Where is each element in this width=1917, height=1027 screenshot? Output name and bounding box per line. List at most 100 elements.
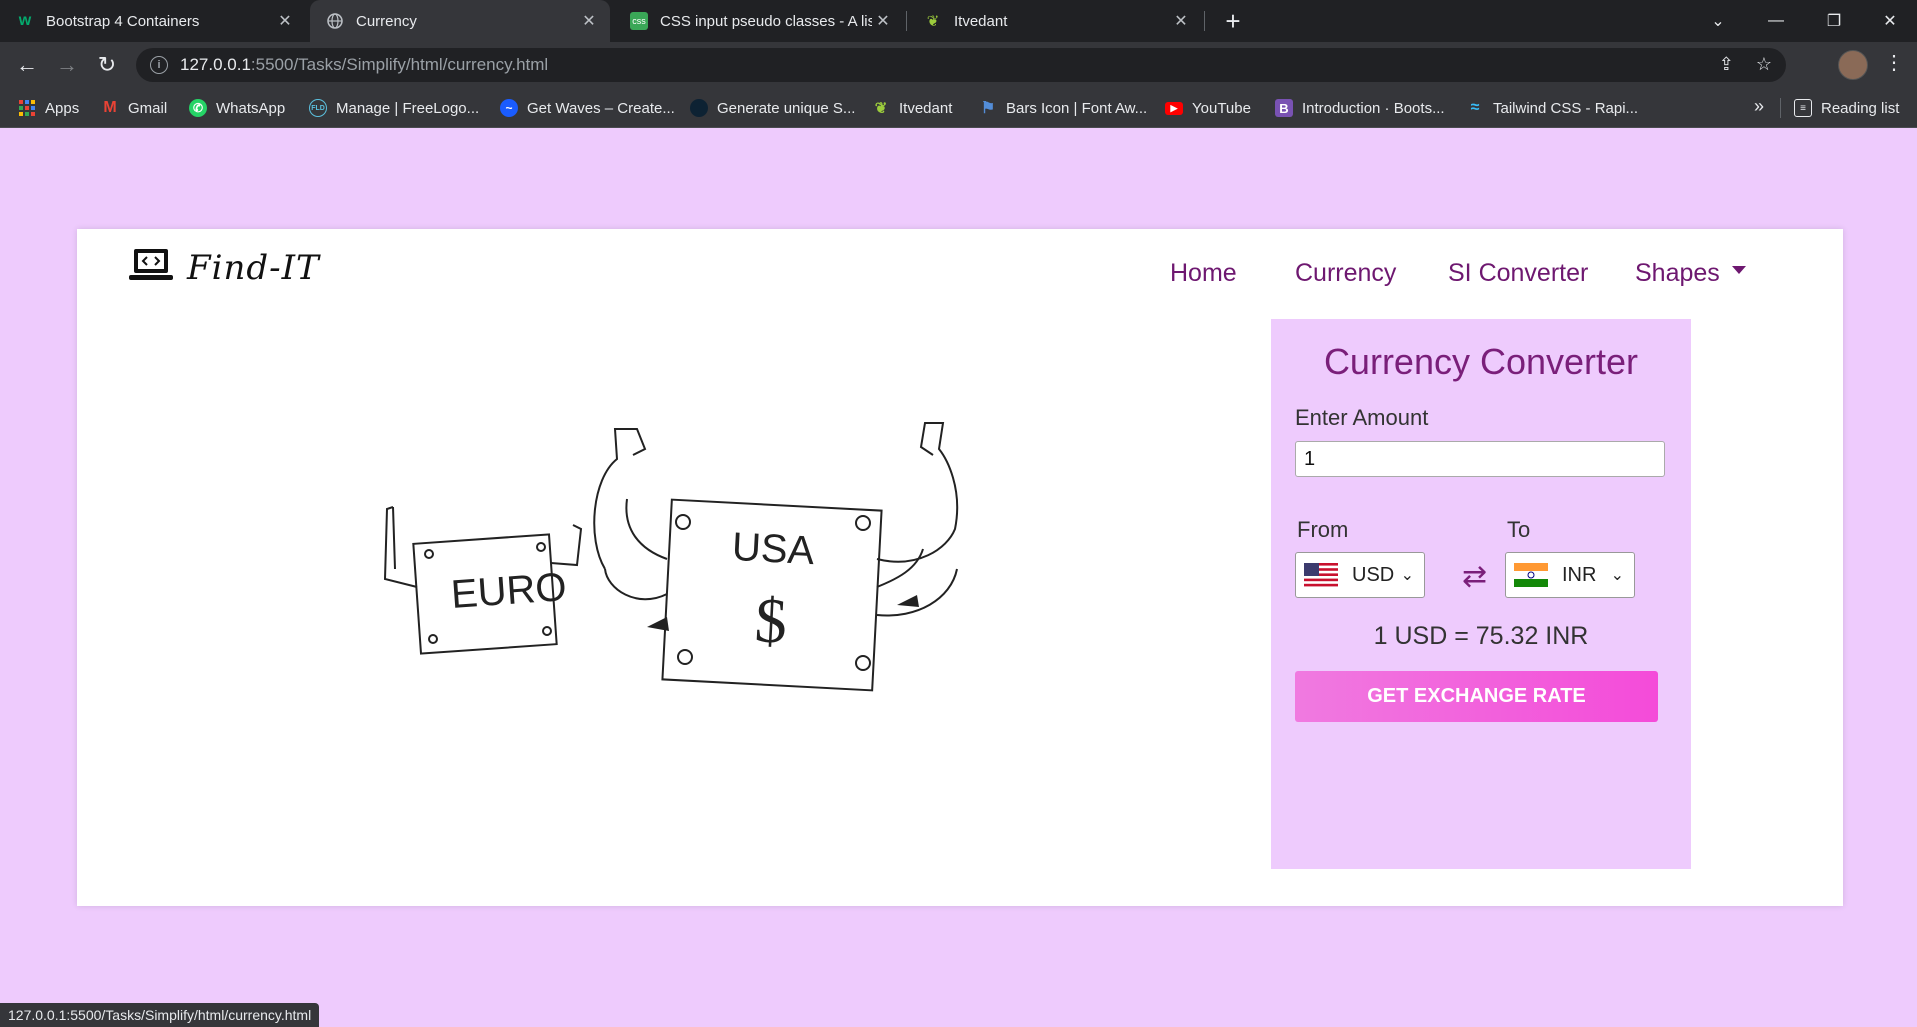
nav-home[interactable]: Home <box>1170 259 1237 288</box>
nav-shapes-dropdown[interactable]: Shapes <box>1635 259 1746 288</box>
nav-si-converter[interactable]: SI Converter <box>1448 259 1588 288</box>
brand-name: Find-IT <box>187 247 320 288</box>
from-currency-value: USD <box>1352 563 1395 586</box>
close-window-button[interactable]: ✕ <box>1862 0 1917 42</box>
bookmark-gmail[interactable]: M Gmail <box>101 88 167 128</box>
forward-icon[interactable]: → <box>52 50 82 80</box>
close-icon[interactable]: ✕ <box>872 11 894 31</box>
nav-shapes-label: Shapes <box>1635 259 1720 287</box>
bookmark-label: Manage | FreeLogo... <box>336 99 480 117</box>
to-currency-select[interactable]: INR ⌄ <box>1505 552 1635 598</box>
laptop-code-icon <box>129 247 173 288</box>
amount-label: Enter Amount <box>1295 405 1429 430</box>
close-icon[interactable]: ✕ <box>578 11 600 31</box>
bootstrap-icon: B <box>1275 99 1293 117</box>
bookmark-label: WhatsApp <box>216 99 286 117</box>
bookmark-apps[interactable]: Apps <box>18 88 79 128</box>
profile-avatar[interactable] <box>1838 50 1868 80</box>
bookmark-bars-icon[interactable]: ⚑ Bars Icon | Font Aw... <box>979 88 1147 128</box>
new-tab-button[interactable]: + <box>1218 6 1248 36</box>
bookmark-label: Apps <box>45 99 80 117</box>
from-label: From <box>1297 517 1349 542</box>
swap-arrows-icon[interactable]: ⇄ <box>1462 559 1487 594</box>
bookmark-generate-unique[interactable]: Generate unique S... <box>690 88 855 128</box>
get-exchange-rate-button[interactable]: GET EXCHANGE RATE <box>1295 671 1658 722</box>
to-currency-value: INR <box>1562 563 1597 586</box>
minimize-button[interactable]: — <box>1748 0 1804 42</box>
currency-illustration: EURO USA $ <box>377 419 997 724</box>
amount-input[interactable]: 1 <box>1295 441 1665 477</box>
restore-button[interactable]: ❐ <box>1806 0 1862 42</box>
url-path: :5500/Tasks/Simplify/html/currency.html <box>250 55 549 74</box>
gmail-icon: M <box>103 99 117 116</box>
tab-bootstrap-containers[interactable]: w Bootstrap 4 Containers ✕ <box>0 0 306 42</box>
butterfly-icon: ❦ <box>926 13 940 30</box>
address-bar[interactable]: i 127.0.0.1:5500/Tasks/Simplify/html/cur… <box>136 48 1786 82</box>
page-card: Find-IT Home Currency SI Converter Shape… <box>77 229 1843 906</box>
bookmark-youtube[interactable]: ▶ YouTube <box>1165 88 1251 128</box>
flag-icon: ⚑ <box>980 100 996 117</box>
to-label: To <box>1507 517 1531 542</box>
exchange-result: 1 USD = 75.32 INR <box>1373 622 1589 650</box>
bookmark-star-icon[interactable]: ☆ <box>1756 54 1772 75</box>
waves-icon: ~ <box>500 99 518 117</box>
close-icon[interactable]: ✕ <box>274 11 296 31</box>
more-menu-icon[interactable]: ⋮ <box>1884 50 1904 75</box>
bookmark-label: YouTube <box>1192 99 1251 117</box>
reload-icon[interactable]: ↻ <box>92 50 122 80</box>
butterfly-icon: ❦ <box>874 100 888 117</box>
bookmark-get-waves[interactable]: ~ Get Waves – Create... <box>500 88 675 128</box>
browser-toolbar: ← → ↻ i 127.0.0.1:5500/Tasks/Simplify/ht… <box>0 42 1917 88</box>
tab-search-icon[interactable]: ⌄ <box>1690 0 1746 42</box>
more-bookmarks-icon[interactable]: » <box>1754 96 1764 117</box>
back-icon[interactable]: ← <box>12 50 42 80</box>
bookmark-label: Tailwind CSS - Rapi... <box>1493 99 1639 117</box>
css-icon: css <box>630 12 648 30</box>
usa-note-label: USA <box>730 524 816 574</box>
bookmark-label: Get Waves – Create... <box>527 99 675 117</box>
whatsapp-icon: ✆ <box>189 99 207 117</box>
us-flag-icon <box>1304 563 1338 587</box>
tab-strip: w Bootstrap 4 Containers ✕ Currency ✕ cs… <box>0 0 1917 42</box>
share-icon[interactable]: ⇪ <box>1719 54 1734 75</box>
reading-list-button[interactable]: ≡ Reading list <box>1794 88 1899 128</box>
bookmark-label: Generate unique S... <box>717 99 856 117</box>
dollar-symbol: $ <box>753 584 789 657</box>
site-info-icon[interactable]: i <box>150 56 168 74</box>
close-icon[interactable]: ✕ <box>1170 11 1192 31</box>
bookmark-itvedant[interactable]: ❦ Itvedant <box>872 88 953 128</box>
bookmark-label: Itvedant <box>899 99 953 117</box>
url-host: 127.0.0.1 <box>180 55 251 74</box>
chevron-down-icon: ⌄ <box>1400 567 1414 584</box>
converter-title: Currency Converter <box>1323 341 1639 382</box>
bookmark-label: Introduction · Boots... <box>1302 99 1445 117</box>
youtube-icon: ▶ <box>1165 101 1183 115</box>
bookmark-label: Bars Icon | Font Aw... <box>1006 99 1148 117</box>
currency-converter-panel: Currency Converter Enter Amount 1 From T… <box>1271 319 1691 869</box>
tab-currency[interactable]: Currency ✕ <box>310 0 610 42</box>
brand-logo[interactable]: Find-IT <box>129 247 320 288</box>
reading-list-icon: ≡ <box>1794 99 1812 117</box>
tab-css-pseudo-classes[interactable]: css CSS input pseudo classes - A list ✕ <box>614 0 904 42</box>
globe-icon <box>326 12 344 30</box>
bookmark-freelogo[interactable]: FLD Manage | FreeLogo... <box>309 88 479 128</box>
bookmark-bootstrap[interactable]: B Introduction · Boots... <box>1275 88 1445 128</box>
bookmark-tailwind[interactable]: ≈ Tailwind CSS - Rapi... <box>1466 88 1638 128</box>
w3schools-icon: w <box>18 12 32 29</box>
bookmark-whatsapp[interactable]: ✆ WhatsApp <box>189 88 285 128</box>
tab-title: Currency <box>356 12 417 30</box>
chevron-down-icon: ⌄ <box>1610 567 1624 584</box>
freelogo-icon: FLD <box>309 99 327 117</box>
tab-title: Itvedant <box>954 12 1008 30</box>
tab-divider <box>906 11 907 31</box>
bookmarks-bar: Apps M Gmail ✆ WhatsApp FLD Manage | Fre… <box>0 88 1917 128</box>
tab-title: CSS input pseudo classes - A list <box>660 12 872 30</box>
nav-currency[interactable]: Currency <box>1295 259 1396 288</box>
caret-down-icon <box>1731 266 1746 275</box>
bookmarks-divider <box>1780 98 1781 118</box>
apps-grid-icon <box>18 99 36 117</box>
tab-itvedant[interactable]: ❦ Itvedant ✕ <box>908 0 1202 42</box>
dot-icon <box>690 99 708 117</box>
from-currency-select[interactable]: USD ⌄ <box>1295 552 1425 598</box>
india-flag-icon <box>1514 563 1548 587</box>
